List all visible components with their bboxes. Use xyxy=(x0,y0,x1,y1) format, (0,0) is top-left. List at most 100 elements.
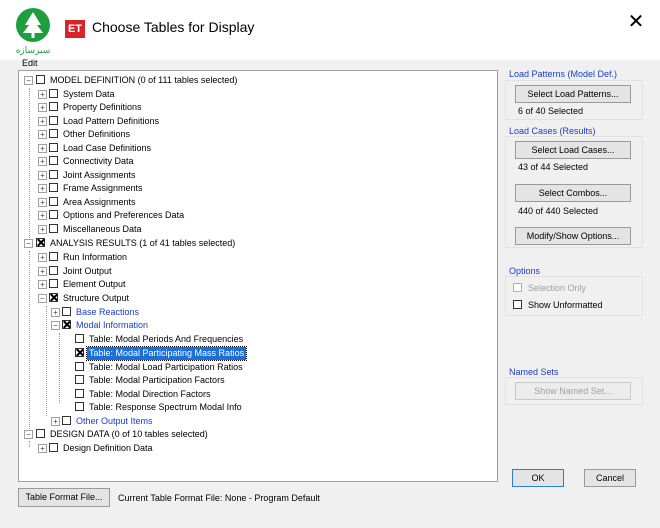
node-label: ANALYSIS RESULTS (1 of 41 tables selecte… xyxy=(50,238,236,248)
node-label: MODEL DEFINITION (0 of 111 tables select… xyxy=(50,75,238,85)
checkbox[interactable] xyxy=(49,266,58,275)
expand-icon[interactable]: + xyxy=(51,417,60,426)
expand-icon[interactable]: + xyxy=(38,157,47,166)
node-label: Load Pattern Definitions xyxy=(63,116,160,126)
checkbox-model-definition[interactable] xyxy=(36,75,45,84)
checkbox[interactable] xyxy=(49,143,58,152)
expand-icon[interactable]: + xyxy=(38,103,47,112)
select-load-patterns-button[interactable]: Select Load Patterns... xyxy=(515,85,631,103)
node-label: Property Definitions xyxy=(63,102,142,112)
checkbox[interactable] xyxy=(49,183,58,192)
table-label: Table: Modal Periods And Frequencies xyxy=(89,334,244,344)
table-label: Table: Modal Participation Factors xyxy=(89,375,225,385)
checkbox[interactable] xyxy=(49,89,58,98)
show-named-set-button[interactable]: Show Named Set... xyxy=(515,382,631,400)
checkbox[interactable] xyxy=(62,307,71,316)
checkbox[interactable] xyxy=(49,279,58,288)
expand-icon[interactable]: + xyxy=(38,280,47,289)
checkbox[interactable] xyxy=(49,170,58,179)
expand-icon[interactable]: + xyxy=(38,171,47,180)
ok-button[interactable]: OK xyxy=(512,469,564,487)
show-unformatted-label: Show Unformatted xyxy=(528,300,603,310)
checkbox[interactable] xyxy=(49,224,58,233)
expand-icon[interactable]: + xyxy=(38,184,47,193)
checkbox[interactable] xyxy=(75,362,84,371)
table-label: Table: Modal Load Participation Ratios xyxy=(89,362,243,372)
load-cases-status: 43 of 44 Selected xyxy=(518,162,589,172)
modify-show-options-button[interactable]: Modify/Show Options... xyxy=(515,227,631,245)
combos-status: 440 of 440 Selected xyxy=(518,206,599,216)
expand-icon[interactable]: + xyxy=(38,198,47,207)
node-label: Connectivity Data xyxy=(63,156,134,166)
collapse-icon[interactable]: − xyxy=(51,321,60,330)
selection-only-label: Selection Only xyxy=(528,283,587,293)
format-file-label: Current Table Format File: None - Progra… xyxy=(118,493,320,503)
collapse-icon[interactable]: − xyxy=(24,239,33,248)
node-label: Modal Information xyxy=(76,320,149,330)
checkbox[interactable] xyxy=(49,156,58,165)
options-title: Options xyxy=(509,266,541,276)
checkbox-design-data[interactable] xyxy=(36,429,45,438)
expand-icon[interactable]: + xyxy=(51,308,60,317)
close-icon[interactable]: ✕ xyxy=(624,10,648,34)
node-label: Structure Output xyxy=(63,293,130,303)
checkbox[interactable] xyxy=(49,102,58,111)
expand-icon[interactable]: + xyxy=(38,144,47,153)
checkbox[interactable] xyxy=(49,116,58,125)
table-label: Table: Modal Participating Mass Ratios xyxy=(85,346,248,361)
options-group xyxy=(505,276,643,316)
collapse-icon[interactable]: − xyxy=(24,76,33,85)
show-unformatted-checkbox[interactable] xyxy=(513,300,522,309)
logo: سبزسازه xyxy=(12,6,54,56)
checkbox[interactable] xyxy=(62,416,71,425)
expand-icon[interactable]: + xyxy=(38,253,47,262)
expand-icon[interactable]: + xyxy=(38,225,47,234)
app-badge-icon: ET xyxy=(65,20,85,38)
node-label: Area Assignments xyxy=(63,197,136,207)
checkbox[interactable] xyxy=(75,389,84,398)
menu-edit[interactable]: Edit xyxy=(22,58,38,68)
checkbox[interactable] xyxy=(49,129,58,138)
node-label: Other Definitions xyxy=(63,129,131,139)
selection-only-checkbox[interactable] xyxy=(513,283,522,292)
checkbox[interactable] xyxy=(62,320,71,329)
checkbox[interactable] xyxy=(49,443,58,452)
node-label: Base Reactions xyxy=(76,307,140,317)
checkbox[interactable] xyxy=(75,402,84,411)
expand-icon[interactable]: + xyxy=(38,117,47,126)
checkbox[interactable] xyxy=(49,197,58,206)
checkbox-analysis-results[interactable] xyxy=(36,238,45,247)
collapse-icon[interactable]: − xyxy=(24,430,33,439)
checkbox[interactable] xyxy=(75,375,84,384)
table-label: Table: Response Spectrum Modal Info xyxy=(89,402,242,412)
checkbox[interactable] xyxy=(49,210,58,219)
window-title: Choose Tables for Display xyxy=(92,19,255,35)
node-label: Other Output Items xyxy=(76,416,153,426)
expand-icon[interactable]: + xyxy=(38,211,47,220)
node-label: Joint Output xyxy=(63,266,112,276)
select-combos-button[interactable]: Select Combos... xyxy=(515,184,631,202)
table-format-file-button[interactable]: Table Format File... xyxy=(18,488,110,507)
collapse-icon[interactable]: − xyxy=(38,294,47,303)
load-patterns-status: 6 of 40 Selected xyxy=(518,106,584,116)
expand-icon[interactable]: + xyxy=(38,130,47,139)
expand-icon[interactable]: + xyxy=(38,444,47,453)
named-sets-title: Named Sets xyxy=(509,367,559,377)
node-label: Frame Assignments xyxy=(63,183,143,193)
select-load-cases-button[interactable]: Select Load Cases... xyxy=(515,141,631,159)
checkbox[interactable] xyxy=(75,348,84,357)
table-tree[interactable]: − MODEL DEFINITION (0 of 111 tables sele… xyxy=(18,70,498,482)
title-bar: سبزسازه ET Choose Tables for Display ✕ xyxy=(0,0,660,60)
node-label: Options and Preferences Data xyxy=(63,210,185,220)
node-label: DESIGN DATA (0 of 10 tables selected) xyxy=(50,429,208,439)
expand-icon[interactable]: + xyxy=(38,90,47,99)
logo-text: سبزسازه xyxy=(16,46,51,56)
checkbox[interactable] xyxy=(75,334,84,343)
load-cases-title: Load Cases (Results) xyxy=(509,126,596,136)
expand-icon[interactable]: + xyxy=(38,267,47,276)
checkbox[interactable] xyxy=(49,252,58,261)
checkbox[interactable] xyxy=(49,293,58,302)
node-label: System Data xyxy=(63,89,115,99)
cancel-button[interactable]: Cancel xyxy=(584,469,636,487)
table-label: Table: Modal Direction Factors xyxy=(89,389,211,399)
